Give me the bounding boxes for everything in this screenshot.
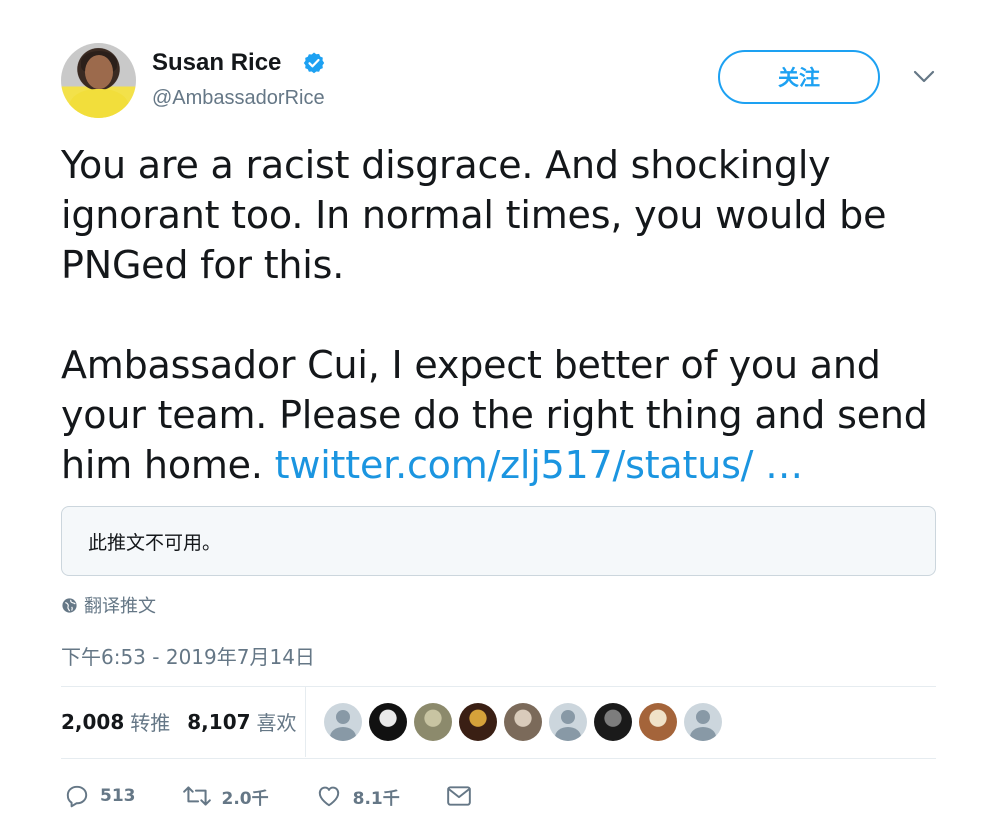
direct-message-button[interactable] [446,784,472,808]
user-handle[interactable]: @AmbassadorRice [152,87,325,110]
chevron-down-icon[interactable] [912,69,936,85]
translate-label: 翻译推文 [84,596,156,617]
tweet-link[interactable]: twitter.com/zlj517/status/ … [275,443,804,487]
liker-avatar[interactable] [504,703,542,741]
tweet-timestamp[interactable]: 下午6:53 - 2019年7月14日 [61,641,315,670]
stats-bottom-divider [61,758,936,759]
stats-separator [305,687,306,757]
unavailable-text: 此推文不可用。 [88,531,222,554]
tweet-text: You are a racist disgrace. And shockingl… [61,140,961,490]
like-count: 8.1千 [352,788,400,809]
verified-badge-icon [303,52,325,74]
retweet-count: 2.0千 [221,788,269,809]
liker-avatar[interactable] [549,703,587,741]
reply-count: 513 [100,786,136,806]
likers-avatars [324,703,729,741]
user-avatar[interactable] [61,43,136,118]
reply-button[interactable]: 513 [64,783,136,809]
tweet-body: You are a racist disgrace. And shockingl… [61,143,928,487]
like-button[interactable]: 8.1千 [315,783,400,809]
likes-count[interactable]: 8,107 [187,710,250,734]
tweet-actions: 513 2.0千 8.1千 [64,783,518,809]
quoted-tweet-unavailable: 此推文不可用。 [61,506,936,576]
stats-top-divider [61,686,936,687]
liker-avatar[interactable] [684,703,722,741]
liker-avatar[interactable] [459,703,497,741]
envelope-icon [446,786,471,806]
retweet-button[interactable]: 2.0千 [182,783,269,809]
reply-icon [66,785,88,808]
globe-icon [62,597,77,613]
liker-avatar[interactable] [324,703,362,741]
likes-label[interactable]: 喜欢 [257,707,297,736]
tweet-stats: 2,008 转推 8,107 喜欢 [61,707,297,736]
translate-tweet-link[interactable]: 翻译推文 [61,592,156,618]
heart-icon [318,786,339,807]
liker-avatar[interactable] [639,703,677,741]
follow-button[interactable]: 关注 [718,50,880,104]
retweets-label[interactable]: 转推 [130,707,170,736]
liker-avatar[interactable] [594,703,632,741]
retweet-icon [182,786,211,806]
liker-avatar[interactable] [414,703,452,741]
user-name[interactable]: Susan Rice [152,49,281,77]
liker-avatar[interactable] [369,703,407,741]
tweet-header: Susan Rice @AmbassadorRice 关注 [61,43,941,119]
retweets-count[interactable]: 2,008 [61,710,124,734]
